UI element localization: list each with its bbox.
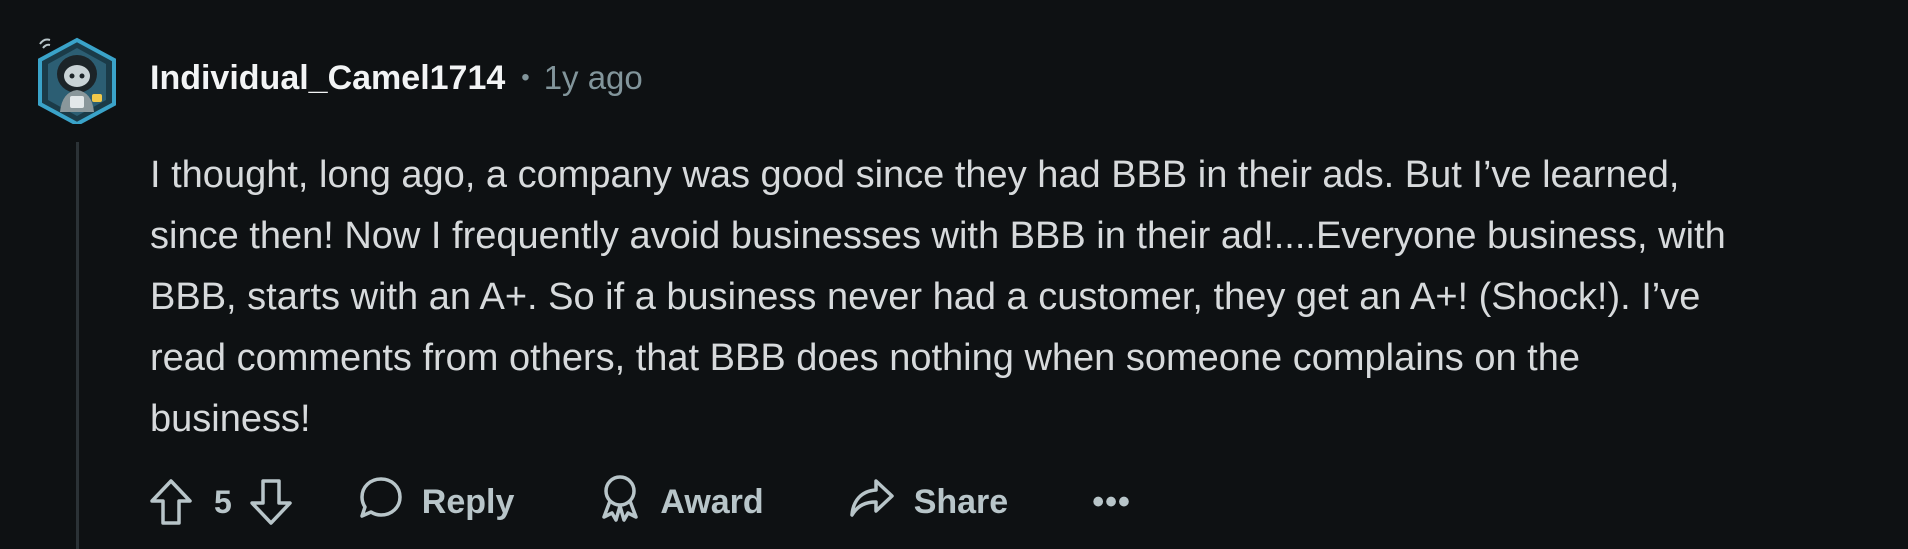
share-label: Share	[913, 482, 1009, 521]
arrow-down-icon[interactable]	[248, 477, 294, 527]
arrow-up-icon[interactable]	[148, 477, 194, 527]
ellipsis-icon[interactable]: •••	[1092, 483, 1131, 522]
avatar-image	[38, 37, 116, 127]
award-label: Award	[660, 482, 764, 521]
vote-group: 5	[148, 470, 294, 534]
comment-header: Individual_Camel1714 • 1y ago	[150, 55, 643, 101]
comment-actions: 5 Reply Award Share •••	[148, 470, 1131, 534]
comment: Individual_Camel1714 • 1y ago I thought,…	[0, 0, 1908, 549]
separator-dot: •	[521, 64, 530, 91]
reply-button[interactable]: Reply	[358, 475, 515, 530]
award-ribbon-icon	[598, 473, 642, 532]
comment-body-line: read comments from others, that BBB does…	[150, 337, 1581, 379]
vote-score: 5	[214, 483, 232, 520]
comment-body: I thought, long ago, a company was good …	[150, 145, 1890, 450]
comment-body-line: business!	[150, 398, 311, 440]
author-username[interactable]: Individual_Camel1714	[150, 59, 505, 98]
speech-bubble-icon	[358, 475, 404, 530]
avatar[interactable]	[34, 34, 120, 127]
share-arrow-icon	[848, 475, 896, 530]
reply-label: Reply	[421, 482, 515, 521]
comment-timestamp[interactable]: 1y ago	[544, 59, 643, 97]
comment-body-line: since then! Now I frequently avoid busin…	[150, 215, 1726, 257]
award-button[interactable]: Award	[598, 473, 764, 532]
share-button[interactable]: Share	[848, 475, 1009, 530]
thread-line[interactable]	[76, 142, 79, 549]
comment-body-line: BBB, starts with an A+. So if a business…	[150, 276, 1701, 318]
comment-body-line: I thought, long ago, a company was good …	[150, 154, 1680, 196]
